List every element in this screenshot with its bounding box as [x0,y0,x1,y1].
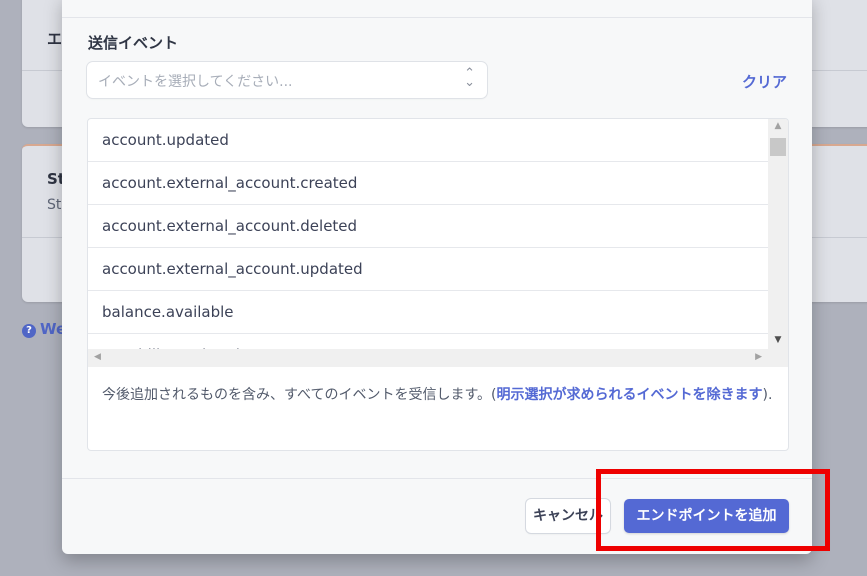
note-text: 今後追加されるものを含み、すべてのイベントを受信します。( [102,387,497,403]
clear-link[interactable]: クリア [742,71,787,92]
list-item[interactable]: account.updated [88,119,768,162]
scrollbar-thumb[interactable] [770,138,786,156]
list-item[interactable]: account.external_account.updated [88,248,768,291]
list-item[interactable]: balance.available [88,291,768,334]
event-select[interactable]: イベントを選択してください... ⌃ ⌄ [87,62,487,98]
highlight-box [596,469,830,551]
event-list-note: 今後追加されるものを含み、すべてのイベントを受信します。(明示選択が求められるイ… [102,384,778,406]
scroll-left-icon[interactable]: ◀ [94,352,101,362]
horizontal-scrollbar[interactable]: ◀ ▶ [88,349,768,367]
vertical-scrollbar[interactable]: ▲ ▼ [768,119,788,349]
event-select-placeholder: イベントを選択してください... [98,74,293,90]
scrollbar-corner [768,349,788,367]
divider [62,17,812,18]
help-link[interactable]: ? We [22,320,66,338]
event-list: account.updated account.external_account… [87,118,789,451]
background-card-subtitle: St [47,197,62,213]
scroll-down-icon[interactable]: ▼ [768,335,788,345]
question-icon: ? [22,324,36,338]
list-item[interactable]: capability.updated [88,334,768,349]
events-section-label: 送信イベント [88,34,179,52]
note-text-end: ). [762,387,773,403]
scroll-right-icon[interactable]: ▶ [755,352,762,362]
excluded-events-link[interactable]: 明示選択が求められるイベントを除きます [497,387,763,403]
background-card-title: エ [47,30,63,48]
list-item[interactable]: account.external_account.deleted [88,205,768,248]
scroll-up-icon[interactable]: ▲ [768,121,788,131]
event-list-items: account.updated account.external_account… [88,119,768,349]
chevron-updown-icon: ⌃ ⌄ [464,66,475,90]
list-item[interactable]: account.external_account.created [88,162,768,205]
